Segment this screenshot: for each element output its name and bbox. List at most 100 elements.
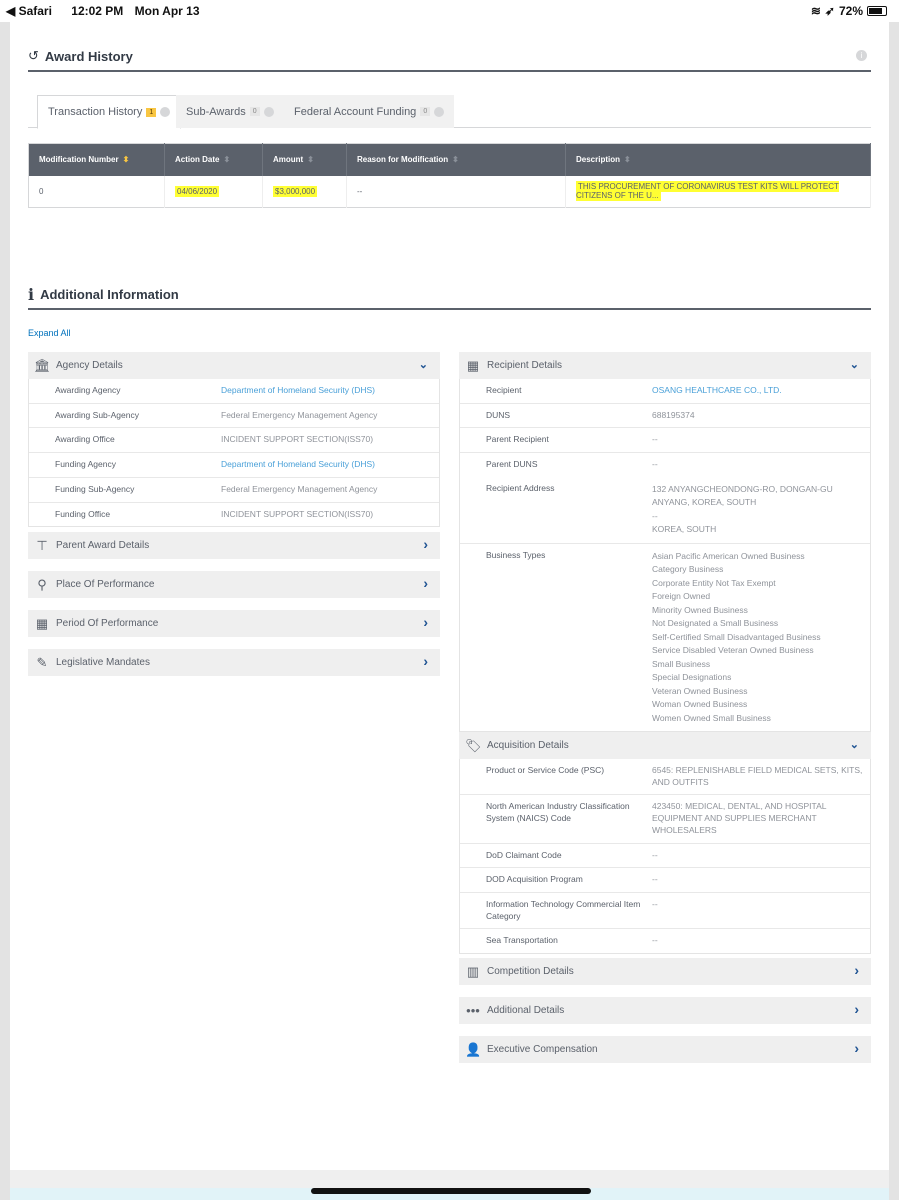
table-row[interactable]: 0 04/06/2020 $3,000,000 -- THIS PROCUREM… [28,175,871,208]
row-value-link[interactable]: Department of Homeland Security (DHS) [221,459,439,471]
business-type-item: Service Disabled Veteran Owned Business [652,645,814,656]
row-label: Parent Recipient [486,434,549,445]
section-toggle-parent-award-details[interactable]: ⊤ Parent Award Details › [28,532,440,559]
info-icon[interactable] [434,106,445,117]
row-value: INCIDENT SUPPORT SECTION(ISS70) [221,434,374,445]
cell-description: THIS PROCUREMENT OF CORONAVIRUS TEST KIT… [565,175,871,208]
recipient-details-body: Recipient OSANG HEALTHCARE CO., LTD. DUNS 6… [459,379,871,733]
tab-transaction-history[interactable]: Transaction History 1 [37,95,182,129]
business-type-item: Special Designations [652,672,732,683]
row-value: -- [652,849,658,860]
tab-count-badge: 0 [249,107,260,116]
home-indicator[interactable] [311,1188,591,1194]
detail-row: North American Industry Classification S… [460,795,870,844]
info-icon[interactable] [263,106,274,117]
recipient-details-section: ▦ Recipient Details ⌄ Recipient OSANG HEA… [459,352,871,733]
acquisition-details-toggle[interactable]: 🏷 Acquisition Details ⌄ [459,732,871,759]
cell-modification-number: 0 [28,175,165,208]
chevron-right-icon: › [423,614,428,630]
sort-icon[interactable]: ⬍ [123,155,130,164]
address-line: 132 ANYANGCHEONDONG-RO, DONGAN-GU [652,483,833,494]
section-title: Acquisition Details [487,740,569,751]
section-toggle-additional-details[interactable]: ••• Additional Details › [459,997,871,1024]
info-icon[interactable]: i [856,50,867,61]
section-title: Legislative Mandates [56,657,150,668]
building-icon: ▦ [466,357,480,373]
agency-details-toggle[interactable]: 🏛 Agency Details ⌄ [28,352,440,379]
back-to-app-link[interactable]: ◀ Safari [6,4,60,18]
col-modification-number[interactable]: Modification Number ⬍ [28,143,165,176]
tab-label: Sub-Awards [186,105,246,118]
ellipsis-icon: ••• [466,1003,480,1018]
detail-row: Funding Sub-Agency Federal Emergency Mana… [29,478,439,503]
sort-icon[interactable]: ⬍ [223,155,230,164]
detail-row: Product or Service Code (PSC) 6545: REPLE… [460,759,870,796]
back-app-label: Safari [18,4,52,18]
section-toggle-legislative-mandates[interactable]: ✎ Legislative Mandates › [28,649,440,676]
header-label: Modification Number [39,155,119,165]
acquisition-details-section: 🏷 Acquisition Details ⌄ Product or Servi… [459,732,871,955]
sitemap-icon: ⊤ [36,537,48,553]
recipient-address-row: Recipient Address 132 ANYANGCHEONDONG-RO… [460,477,870,544]
cell-reason: -- [346,175,566,208]
header-label: Description [576,155,621,165]
business-type-item: Asian Pacific American Owned Business [652,550,805,561]
sort-icon[interactable]: ⬍ [624,155,631,164]
info-icon[interactable] [160,107,171,117]
row-label: Funding Sub-Agency [55,483,135,494]
row-value: Federal Emergency Management Agency [221,409,378,420]
section-title: Period Of Performance [56,618,159,629]
col-description[interactable]: Description ⬍ [565,143,871,176]
section-toggle-period-of-performance[interactable]: ▦ Period Of Performance › [28,610,440,637]
tab-sub-awards[interactable]: Sub-Awards 0 [176,95,284,128]
agency-details-body: Awarding Agency Department of Homeland Se… [28,379,440,528]
section-title: Executive Compensation [487,1044,598,1055]
col-action-date[interactable]: Action Date ⬍ [164,143,263,176]
recipient-details-toggle[interactable]: ▦ Recipient Details ⌄ [459,352,871,379]
detail-row: Recipient OSANG HEALTHCARE CO., LTD. [460,379,870,404]
sort-icon[interactable]: ⬍ [452,155,459,164]
safari-bottom-bar [10,1170,889,1200]
row-value: 688195374 [652,409,695,420]
row-value: Federal Emergency Management Agency [221,483,378,494]
tab-count-badge: 0 [420,107,431,116]
section-toggle-competition-details[interactable]: ▥ Competition Details › [459,958,871,985]
detail-row: DUNS 688195374 [460,404,870,429]
tab-federal-account-funding[interactable]: Federal Account Funding 0 [284,95,455,128]
business-type-item: Veteran Owned Business [652,685,748,696]
row-value: -- [652,434,658,445]
agency-details-section: 🏛 Agency Details ⌄ Awarding Agency Depart… [28,352,440,528]
col-amount[interactable]: Amount ⬍ [262,143,347,176]
section-toggle-place-of-performance[interactable]: ⚲ Place Of Performance › [28,571,440,598]
section-title: Competition Details [487,966,574,977]
tab-label: Transaction History [48,106,143,118]
row-value: 423450: MEDICAL, DENTAL, AND HOSPITAL EQ… [652,801,827,835]
section-title: Parent Award Details [56,540,150,551]
highlighted-text: 04/06/2020 [175,185,220,197]
award-history-title: Award History [44,48,133,64]
detail-row: Funding Agency Department of Homeland Sec… [29,453,439,478]
section-title: Place Of Performance [56,579,155,590]
row-value: -- [652,874,658,885]
chevron-right-icon: › [423,575,428,591]
row-value-link[interactable]: OSANG HEALTHCARE CO., LTD. [652,385,870,397]
col-reason[interactable]: Reason for Modification ⬍ [346,143,566,176]
business-type-item: Not Designated a Small Business [652,618,779,629]
section-toggle-executive-compensation[interactable]: 👤 Executive Compensation › [459,1036,871,1063]
chevron-down-icon: ⌄ [849,739,859,751]
row-value-link[interactable]: Department of Homeland Security (DHS) [221,385,439,397]
row-label: Recipient Address [486,482,555,493]
sort-icon[interactable]: ⬍ [307,155,314,164]
business-type-item: Foreign Owned [652,591,711,602]
header-label: Action Date [175,155,220,165]
row-label: Awarding Agency [55,385,121,395]
address-line: ANYANG, KOREA, SOUTH [652,497,757,508]
transaction-table: Modification Number ⬍ Action Date ⬍ Amount… [28,143,871,208]
detail-row: DOD Acquisition Program -- [460,868,870,893]
chevron-down-icon: ⌄ [418,359,428,371]
expand-all-link[interactable]: Expand All [28,328,71,338]
detail-row: Parent DUNS -- [460,453,870,477]
wifi-icon: ≋ [810,4,821,18]
highlighted-text: $3,000,000 [273,185,318,197]
business-type-item: Minority Owned Business [652,604,748,615]
